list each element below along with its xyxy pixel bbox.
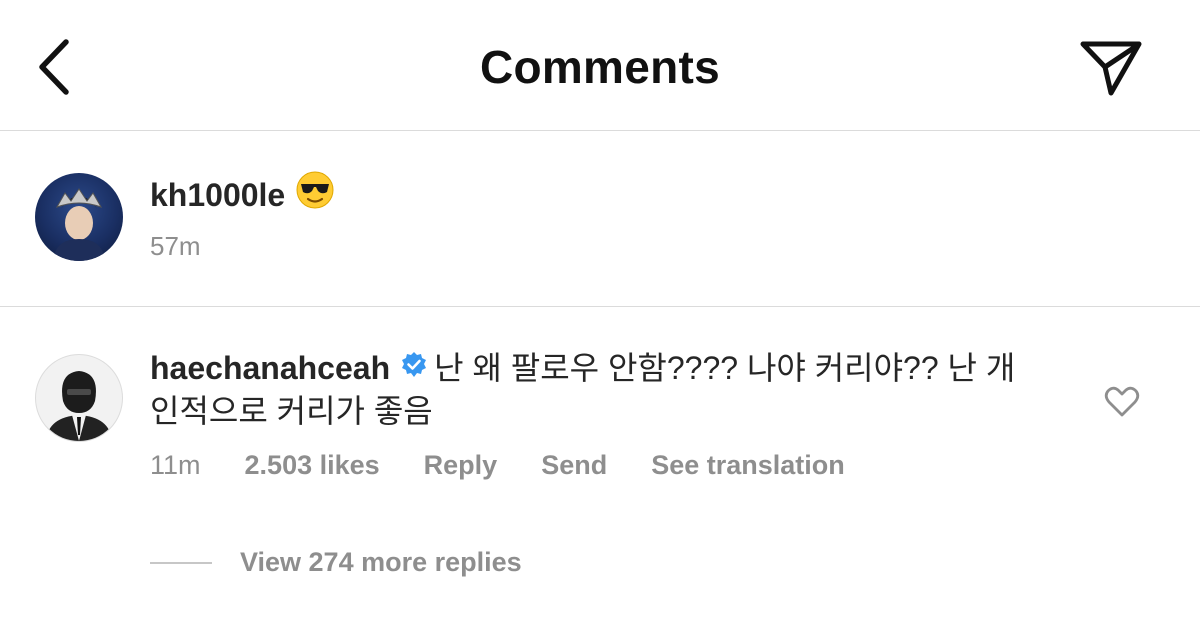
comment-text-block: haechanahceah 난 왜 팔로우 안함???? 나야 커리야?? 난 … [150,348,1050,431]
caption-section: kh1000le 57m [0,131,1200,307]
avatar-photo [53,188,105,261]
like-button[interactable] [1100,382,1144,422]
comment-actions: 11m 2.503 likes Reply Send See translation [150,450,889,481]
page-title: Comments [479,41,721,93]
avatar[interactable] [35,354,123,442]
comment-time: 11m [150,450,201,480]
comment-username[interactable]: haechanahceah [150,350,390,386]
see-translation-button[interactable]: See translation [651,450,845,480]
paper-plane-icon [1080,41,1142,96]
avatar-photo [46,371,112,441]
caption-text: kh1000le [150,170,335,222]
verified-badge-icon [400,348,428,388]
sunglasses-face-icon [295,170,335,219]
header-bar: Comments [0,0,1200,131]
caption-username[interactable]: kh1000le [150,177,285,213]
caption-time: 57m [150,231,201,261]
likes-count-link[interactable]: 2.503 likes [245,450,380,480]
share-button[interactable] [1078,38,1144,98]
avatar[interactable] [35,173,123,261]
view-replies-label: View 274 more replies [240,547,522,577]
heart-outline-icon [1104,386,1140,417]
replies-divider-line [150,561,212,564]
send-button[interactable]: Send [541,450,607,480]
reply-button[interactable]: Reply [424,450,498,480]
comment-item: haechanahceah 난 왜 팔로우 안함???? 나야 커리야?? 난 … [0,306,1200,624]
view-replies-button[interactable]: View 274 more replies [150,547,522,578]
